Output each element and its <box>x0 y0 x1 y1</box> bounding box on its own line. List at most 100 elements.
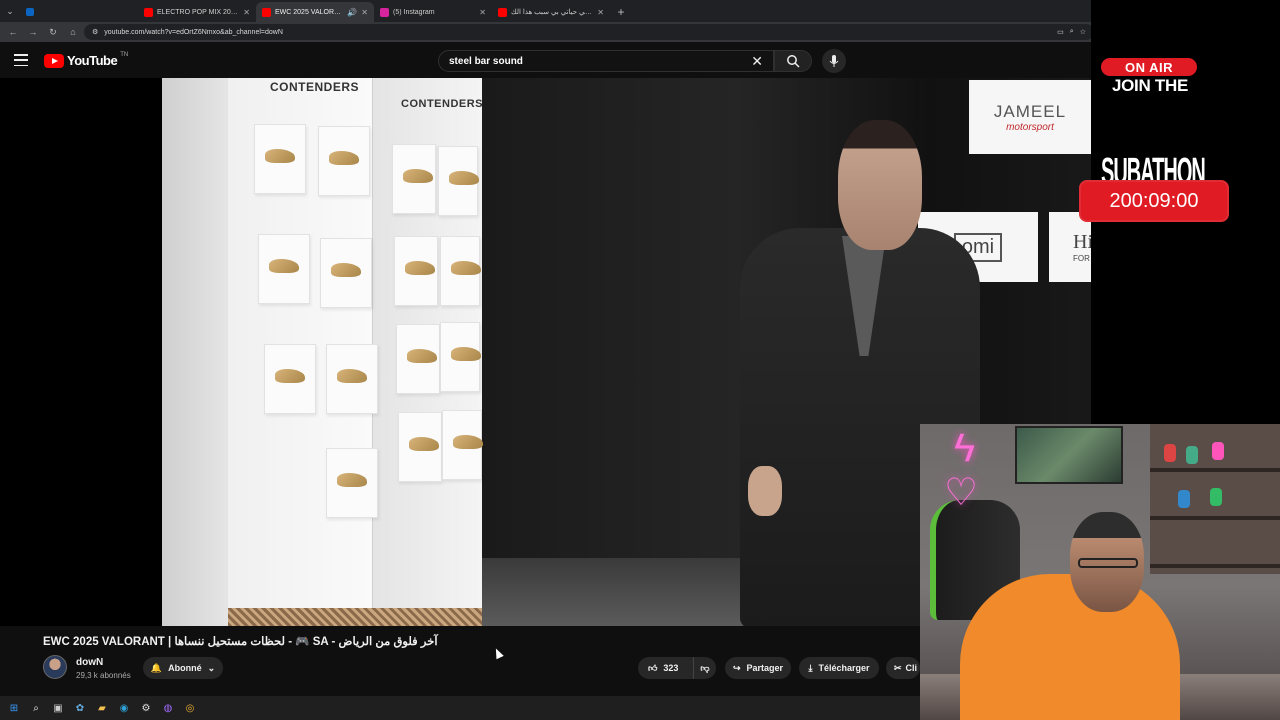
neon-heart-icon: ♡ <box>944 472 979 514</box>
chevron-down-icon: ⌄ <box>207 662 216 673</box>
youtube-favicon-icon <box>498 7 507 17</box>
tab-arabic-video[interactable]: كنت انهي حياتي بي سبب هذا الك ✕ <box>492 2 610 22</box>
youtube-play-icon <box>44 53 64 68</box>
thumbs-down-icon: 👎︎ <box>700 662 710 673</box>
reload-icon[interactable]: ↻ <box>44 23 62 41</box>
forward-icon[interactable]: → <box>24 23 42 41</box>
channel-avatar[interactable] <box>43 655 67 679</box>
thumbs-up-icon: 👍︎ <box>648 662 658 673</box>
tab-1[interactable] <box>20 2 138 22</box>
share-button[interactable]: ↪ Partager <box>725 657 791 679</box>
menu-icon[interactable] <box>14 54 28 66</box>
browser-toolbar: ← → ↻ ⌂ ⚙ youtube.com/watch?v=edOrtZ6Nmx… <box>0 22 1280 42</box>
youtube-header: YouTube TN steel bar sound ✕ 🔔 <box>0 42 1280 78</box>
channel-name[interactable]: dowN <box>76 657 103 668</box>
trophy-shelf <box>258 234 310 304</box>
clip-button[interactable]: ✂ Cli <box>886 657 920 679</box>
taskbar-search-icon[interactable]: ⌕ <box>28 700 44 716</box>
address-bar[interactable]: ⚙ youtube.com/watch?v=edOrtZ6Nmxo&ab_cha… <box>84 24 1094 40</box>
webcam-person-shirt <box>960 574 1180 720</box>
trophy-shelf <box>254 124 306 194</box>
browser-tabstrip: ⌄ ELECTRO POP MIX 2000s | DAV ✕ EWC 2025… <box>0 0 1280 22</box>
task-view-icon[interactable]: ▣ <box>50 700 66 716</box>
microphone-icon <box>829 55 839 67</box>
cast-icon[interactable]: ▭ <box>1057 28 1064 36</box>
tab-search-icon[interactable]: ⌄ <box>0 0 20 22</box>
board-title-left: CONTENDERS <box>270 80 360 94</box>
tab-electro-pop[interactable]: ELECTRO POP MIX 2000s | DAV ✕ <box>138 2 256 22</box>
trophy-shelf <box>438 146 479 216</box>
linkedin-favicon-icon <box>26 8 34 16</box>
trophy-shelf <box>326 448 378 518</box>
youtube-logo-text: YouTube <box>67 53 118 68</box>
chatgpt-icon[interactable]: ⚙ <box>138 700 154 716</box>
speaker-icon[interactable]: 🔊 <box>347 8 357 17</box>
windows-start-icon[interactable]: ⊞ <box>6 700 22 716</box>
webcam-glasses <box>1078 558 1138 568</box>
tab-label: ELECTRO POP MIX 2000s | DAV <box>157 8 239 16</box>
video-title: EWC 2025 VALORANT | لحظات مستحيل ننساها … <box>43 636 438 648</box>
neon-lightning-icon: ϟ <box>954 426 976 470</box>
tab-instagram[interactable]: (5) Instagram ✕ <box>374 2 492 22</box>
webcam-tv-screen <box>1015 426 1123 484</box>
subscribed-button[interactable]: 🔔 Abonné ⌄ <box>143 657 223 679</box>
close-tab-icon[interactable]: ✕ <box>479 8 486 17</box>
webcam-figure <box>1212 442 1224 460</box>
like-button[interactable]: 👍︎ 323 <box>638 657 694 679</box>
close-tab-icon[interactable]: ✕ <box>243 8 250 17</box>
trophy-shelf <box>440 322 481 392</box>
close-tab-icon[interactable]: ✕ <box>361 8 368 17</box>
download-button[interactable]: ⤓ Télécharger <box>799 657 879 679</box>
webcam-overlay: ϟ ♡ <box>920 424 1280 720</box>
file-explorer-icon[interactable]: ▰ <box>94 700 110 716</box>
voice-search-button[interactable] <box>822 49 846 73</box>
board-trim <box>228 608 482 626</box>
sponsor-jameel-sub: motorsport <box>1006 121 1054 133</box>
site-info-icon[interactable]: ⚙ <box>92 28 98 36</box>
dislike-button[interactable]: 👎︎ <box>694 657 716 679</box>
trophy-shelf <box>326 344 378 414</box>
search-input[interactable]: steel bar sound ✕ <box>438 50 774 72</box>
webcam-figure <box>1186 446 1198 464</box>
close-tab-icon[interactable]: ✕ <box>597 8 604 17</box>
trophy-shelf <box>320 238 372 308</box>
download-icon: ⤓ <box>808 662 813 673</box>
board-title-right: CONTENDERS <box>401 98 484 110</box>
download-label: Télécharger <box>818 663 870 673</box>
video-side-wall <box>162 78 232 626</box>
chrome-icon[interactable]: ◎ <box>182 700 198 716</box>
home-icon[interactable]: ⌂ <box>64 23 82 41</box>
search-value: steel bar sound <box>449 55 523 67</box>
tab-ewc-valorant[interactable]: EWC 2025 VALORANT | لحظا 🔊 ✕ <box>256 2 374 22</box>
zoom-icon[interactable]: ⌕ <box>1070 28 1074 36</box>
country-code: TN <box>120 51 129 58</box>
search-icon <box>787 55 800 68</box>
on-air-badge: ON AIR <box>1101 58 1197 76</box>
webcam-figure <box>1164 444 1176 462</box>
bell-icon: 🔔 <box>150 662 163 673</box>
trophy-shelf <box>396 324 440 394</box>
back-icon[interactable]: ← <box>4 23 22 41</box>
bookmark-star-icon[interactable]: ☆ <box>1080 28 1086 36</box>
edge-icon[interactable]: ◉ <box>116 700 132 716</box>
messenger-icon[interactable]: ◍ <box>160 700 176 716</box>
copilot-icon[interactable]: ✿ <box>72 700 88 716</box>
clip-label: Cli <box>905 663 918 673</box>
youtube-logo[interactable]: YouTube TN <box>44 51 129 68</box>
new-tab-icon[interactable]: + <box>610 2 632 22</box>
trophy-shelf <box>392 144 436 214</box>
instagram-favicon-icon <box>380 7 389 17</box>
webcam-figure <box>1210 488 1222 506</box>
like-dislike-group: 👍︎ 323 👎︎ <box>638 657 716 679</box>
youtube-favicon-icon <box>262 7 271 17</box>
subscriber-count: 29,3 k abonnés <box>76 671 131 680</box>
join-the-text: JOIN THE <box>1111 76 1188 95</box>
tab-label: (5) Instagram <box>393 8 435 16</box>
search-button[interactable] <box>774 50 812 72</box>
video-person-head <box>838 120 922 250</box>
tab-label: EWC 2025 VALORANT | لحظا <box>275 9 344 16</box>
trophy-shelf <box>442 410 483 480</box>
trophy-shelf <box>440 236 481 306</box>
video-person-hand <box>748 466 782 516</box>
clear-search-icon[interactable]: ✕ <box>751 53 763 70</box>
